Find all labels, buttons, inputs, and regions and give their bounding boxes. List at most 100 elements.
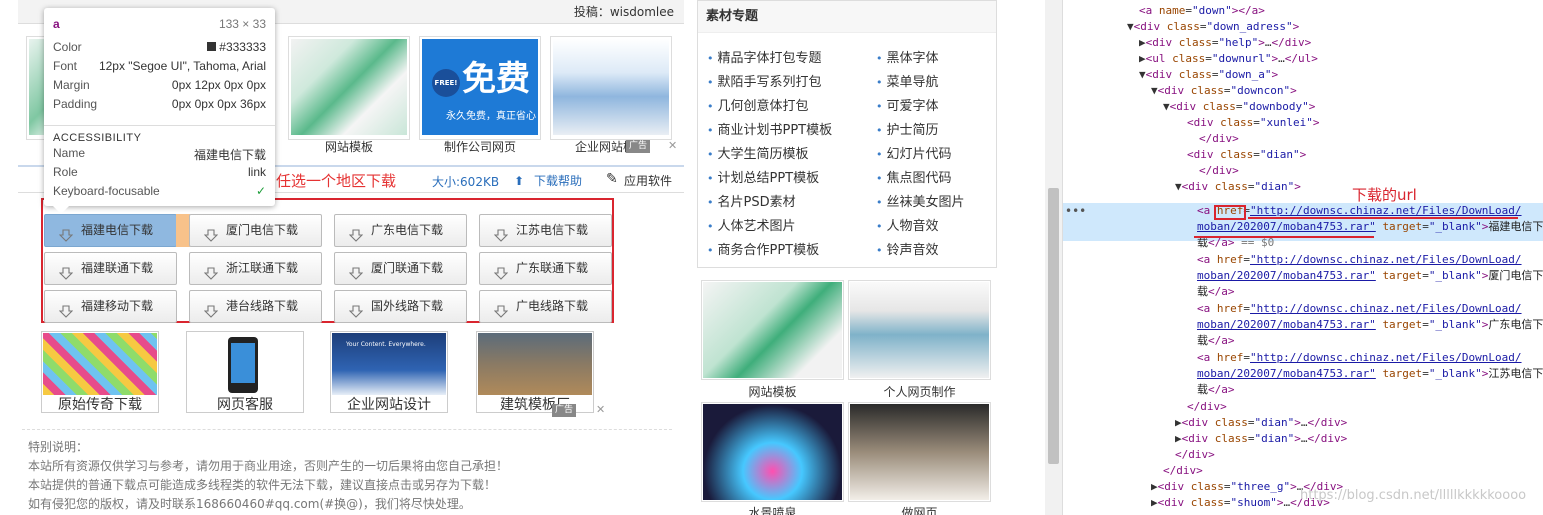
download-button[interactable]: 港台线路下载 — [189, 290, 322, 323]
check-circle-icon: ✓ — [255, 184, 266, 198]
watermark: https://blog.csdn.net/lllllkkkkkoooo — [1300, 488, 1527, 503]
dom-node-line[interactable]: 载</a> — [1197, 284, 1543, 300]
material-link[interactable]: 人物音效 — [876, 215, 939, 234]
thumb-website-template[interactable] — [288, 36, 410, 140]
dom-node-line[interactable]: moban/202007/moban4753.rar" target="_bla… — [1197, 317, 1543, 333]
tooltip-tag: a — [53, 17, 60, 31]
dom-node-line[interactable]: moban/202007/moban4753.rar" target="_bla… — [1197, 219, 1543, 235]
thumb-caption[interactable]: 企业网站模板 — [550, 138, 672, 155]
dom-node-line[interactable]: ▶<div class="dian">…</div> — [1175, 431, 1543, 447]
dom-node-line[interactable]: ▼<div class="downbody"> — [1163, 99, 1543, 115]
color-swatch — [207, 42, 217, 51]
dom-node-line[interactable]: ▶<div class="help">…</div> — [1139, 35, 1543, 51]
dom-node-line[interactable]: ▶<div class="dian">…</div> — [1175, 415, 1543, 431]
material-link[interactable]: 铃声音效 — [876, 239, 939, 258]
scrollbar-thumb[interactable] — [1048, 188, 1059, 464]
tooltip-row: Font 12px "Segoe UI", Tahoma, Arial — [53, 59, 266, 77]
dom-node-line[interactable]: </div> — [1187, 399, 1543, 415]
bottom-caption[interactable]: 企业网站设计 — [330, 394, 448, 414]
right-caption[interactable]: 水景喷泉 — [701, 504, 844, 515]
dom-node-line[interactable]: <div class="dian"> — [1187, 147, 1543, 163]
download-button[interactable]: 厦门联通下载 — [334, 252, 467, 285]
dom-node-line[interactable]: </div> — [1199, 131, 1543, 147]
download-button[interactable]: 福建联通下载 — [44, 252, 177, 285]
bottom-caption[interactable]: 网页客服 — [186, 394, 304, 414]
material-link[interactable]: 丝袜美女图片 — [876, 191, 965, 210]
right-thumb-2[interactable] — [848, 280, 991, 380]
dom-node-line[interactable]: moban/202007/moban4753.rar" target="_bla… — [1197, 268, 1543, 284]
dom-node-line[interactable]: ▶<ul class="downurl">…</ul> — [1139, 51, 1543, 67]
close-icon[interactable]: ✕ — [596, 403, 605, 416]
download-button[interactable]: 福建电信下载 — [44, 214, 190, 247]
material-link[interactable]: 精品字体打包专题 — [707, 47, 822, 66]
bottom-caption[interactable]: 建筑模板厂 — [476, 394, 594, 414]
free-banner-sub: 永久免费，真正省心 — [446, 111, 536, 122]
material-link[interactable]: 商业计划书PPT模板 — [707, 119, 833, 138]
right-thumb-4[interactable] — [848, 402, 991, 502]
material-link[interactable]: 幻灯片代码 — [876, 143, 952, 162]
more-icon[interactable]: ••• — [1065, 204, 1086, 218]
dom-node-line[interactable]: ▼<div class="down_adress"> — [1127, 19, 1543, 35]
download-button[interactable]: 福建移动下载 — [44, 290, 177, 323]
thumb-company-page[interactable]: FREE! 免费 永久免费，真正省心 — [419, 36, 541, 140]
banner-text: Your Content. Everywhere. — [346, 341, 426, 348]
devtools-elements-panel: <a name="down"></a> ▼<div class="down_adr… — [1062, 0, 1543, 515]
tooltip-row: Padding 0px 0px 0px 36px — [53, 97, 266, 115]
tooltip-value: link — [247, 165, 266, 179]
dom-node-line[interactable]: ▼<div class="downcon"> — [1151, 83, 1543, 99]
download-arrow-icon — [348, 300, 364, 318]
material-link[interactable]: 护士简历 — [876, 119, 939, 138]
dom-node-line[interactable]: <div class="xunlei"> — [1187, 115, 1543, 131]
dom-node-line[interactable]: 载</a> — [1197, 382, 1543, 398]
annotation-underline — [1194, 236, 1374, 238]
material-link[interactable]: 人体艺术图片 — [707, 215, 796, 234]
download-button[interactable]: 广东联通下载 — [479, 252, 612, 285]
dom-node-line[interactable]: <a href="http://downsc.chinaz.net/Files/… — [1197, 252, 1543, 268]
right-thumb-1[interactable] — [701, 280, 844, 380]
download-button[interactable]: 国外线路下载 — [334, 290, 467, 323]
close-icon[interactable]: ✕ — [668, 139, 677, 152]
download-button[interactable]: 厦门电信下载 — [189, 214, 322, 247]
bottom-caption[interactable]: 原始传奇下载 — [41, 394, 159, 414]
dom-node-line[interactable]: </div> — [1163, 463, 1543, 479]
tooltip-pointer — [52, 205, 70, 214]
dom-node-line[interactable]: </div> — [1175, 447, 1543, 463]
page-scrollbar[interactable] — [1045, 0, 1062, 515]
right-thumb-3[interactable] — [701, 402, 844, 502]
dom-node-line[interactable]: </div> — [1199, 163, 1543, 179]
material-link[interactable]: 商务合作PPT模板 — [707, 239, 820, 258]
material-link[interactable]: 可爱字体 — [876, 95, 939, 114]
thumb-caption[interactable]: 制作公司网页 — [419, 138, 541, 155]
tooltip-row: Keyboard-focusable ✓ — [53, 184, 266, 202]
ad-tag[interactable]: 广告 — [552, 404, 577, 417]
material-link[interactable]: 菜单导航 — [876, 71, 939, 90]
material-link[interactable]: 名片PSD素材 — [707, 191, 796, 210]
dom-node-line[interactable]: 载</a> — [1197, 333, 1543, 349]
download-arrow-icon — [348, 262, 364, 280]
thumb-caption[interactable]: 网站模板 — [288, 138, 410, 155]
tooltip-value: 12px "Segoe UI", Tahoma, Arial — [98, 59, 266, 73]
apps-link[interactable]: 应用软件 — [624, 172, 672, 189]
material-link[interactable]: 默陌手写系列打包 — [707, 71, 822, 90]
dom-node-line[interactable]: <a href="http://downsc.chinaz.net/Files/… — [1197, 301, 1543, 317]
right-caption[interactable]: 网站模板 — [701, 383, 844, 400]
material-link[interactable]: 黑体字体 — [876, 47, 939, 66]
download-button[interactable]: 浙江联通下载 — [189, 252, 322, 285]
dom-node-line[interactable]: ▼<div class="down_a"> — [1139, 67, 1543, 83]
right-caption[interactable]: 做网页 — [848, 504, 991, 515]
tooltip-key: Keyboard-focusable — [53, 184, 160, 198]
thumb-enterprise[interactable] — [550, 36, 672, 140]
download-button[interactable]: 广电线路下载 — [479, 290, 612, 323]
ad-tag[interactable]: 广告 — [626, 140, 651, 153]
material-link[interactable]: 计划总结PPT模板 — [707, 167, 820, 186]
dom-node-line[interactable]: <a name="down"></a> — [1139, 3, 1543, 19]
material-link[interactable]: 大学生简历模板 — [707, 143, 809, 162]
download-button[interactable]: 广东电信下载 — [334, 214, 467, 247]
material-link[interactable]: 几何创意体打包 — [707, 95, 809, 114]
right-caption[interactable]: 个人网页制作 — [848, 383, 991, 400]
download-help-link[interactable]: 下载帮助 — [534, 172, 582, 189]
download-button[interactable]: 江苏电信下载 — [479, 214, 612, 247]
dom-node-line[interactable]: moban/202007/moban4753.rar" target="_bla… — [1197, 366, 1543, 382]
material-link[interactable]: 焦点图代码 — [876, 167, 952, 186]
dom-node-line[interactable]: <a href="http://downsc.chinaz.net/Files/… — [1197, 350, 1543, 366]
